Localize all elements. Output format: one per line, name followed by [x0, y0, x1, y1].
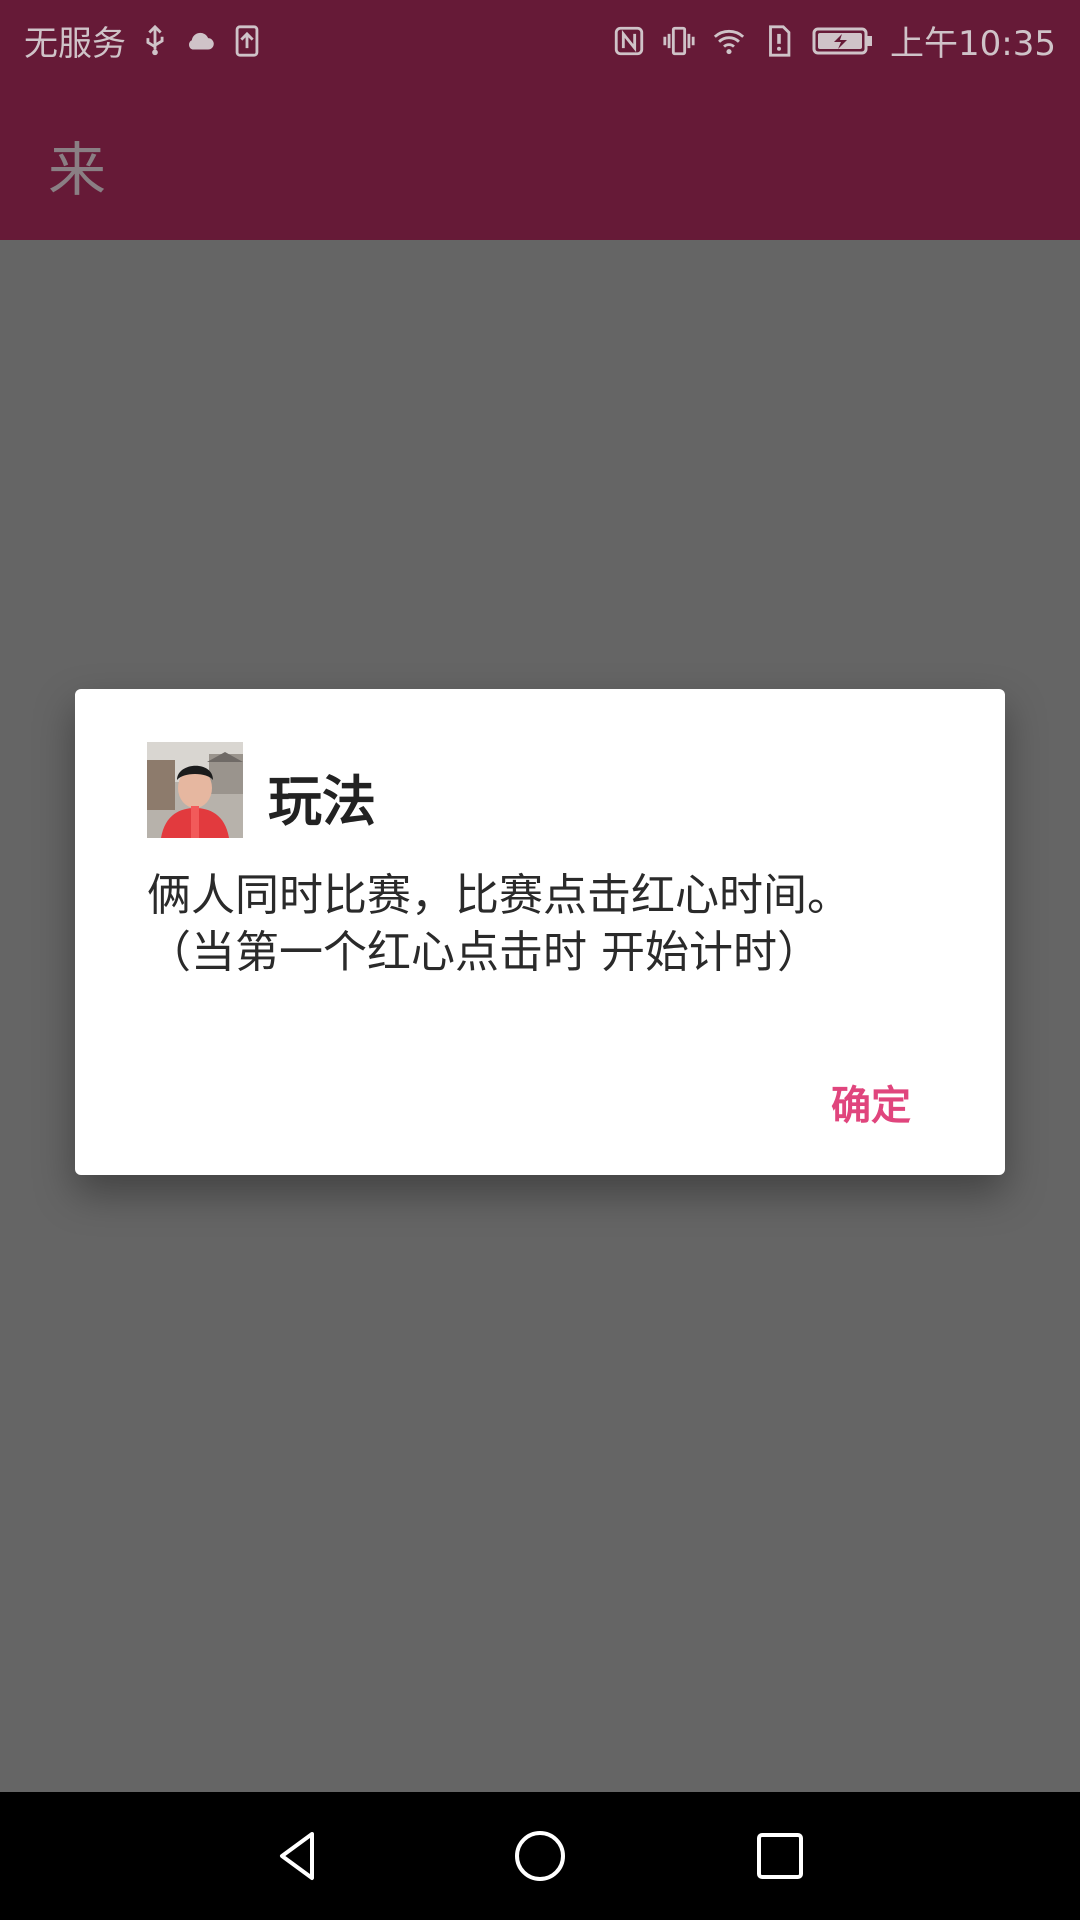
- battery-charging-icon: [812, 27, 873, 54]
- vibrate-icon: [663, 26, 695, 55]
- cloud-icon: [188, 32, 214, 49]
- app-title: 来: [48, 136, 107, 204]
- usb-icon: [146, 24, 164, 55]
- status-bar: 无服务 上午10:35: [0, 0, 1080, 75]
- dialog-avatar: [147, 742, 243, 838]
- navigation-bar: [0, 1792, 1080, 1920]
- wifi-icon: [713, 29, 745, 54]
- status-time: 上午10:35: [890, 24, 1056, 64]
- carrier-text: 无服务: [24, 24, 126, 64]
- upload-icon: [235, 24, 259, 57]
- sim-alert-icon: [769, 24, 791, 57]
- nfc-icon: [614, 26, 644, 55]
- confirm-button[interactable]: 确定: [825, 1065, 917, 1139]
- app-bar: 来: [0, 75, 1080, 240]
- rules-dialog: 玩法 俩人同时比赛，比赛点击红心时间。 （当第一个红心点击时 开始计时） 确定: [75, 689, 1005, 1175]
- recents-icon[interactable]: [750, 1826, 810, 1886]
- status-right: 上午10:35: [612, 16, 1056, 65]
- dialog-message: 俩人同时比赛，比赛点击红心时间。 （当第一个红心点击时 开始计时）: [147, 870, 851, 978]
- dialog-title: 玩法: [268, 770, 376, 833]
- home-icon[interactable]: [510, 1826, 570, 1886]
- avatar-photo: [147, 742, 243, 838]
- status-left: 无服务: [24, 16, 264, 65]
- back-icon[interactable]: [268, 1826, 328, 1886]
